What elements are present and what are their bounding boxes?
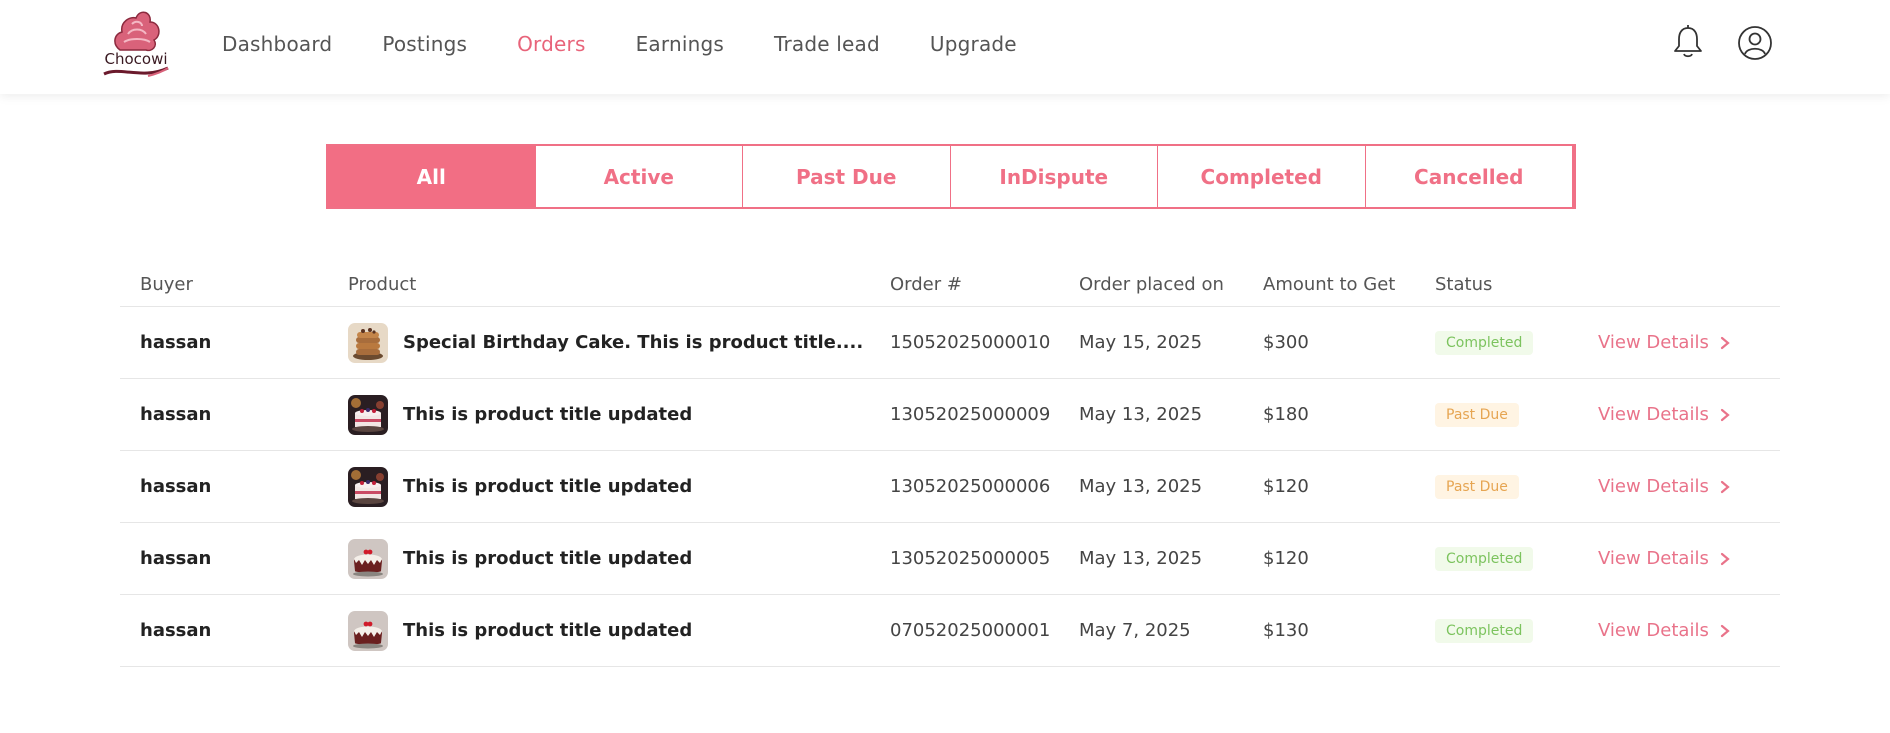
- main-nav: Dashboard Postings Orders Earnings Trade…: [222, 0, 1067, 88]
- order-status-tabs: All Active Past Due InDispute Completed …: [326, 144, 1576, 209]
- column-buyer: Buyer: [140, 273, 193, 295]
- pancake-stack-icon: [348, 322, 388, 363]
- order-amount: $130: [1263, 620, 1309, 641]
- bundt-cake-icon: [348, 538, 388, 579]
- order-number: 13052025000006: [890, 476, 1051, 497]
- chevron-right-icon: [1720, 336, 1730, 349]
- order-number: 15052025000010: [890, 332, 1051, 353]
- nav-earnings[interactable]: Earnings: [636, 32, 724, 56]
- nav-dashboard[interactable]: Dashboard: [222, 32, 332, 56]
- column-status: Status: [1435, 273, 1493, 295]
- berry-cake-icon: [348, 466, 388, 507]
- status-badge: Completed: [1435, 546, 1534, 571]
- view-details-link[interactable]: View Details: [1598, 548, 1731, 569]
- order-amount: $120: [1263, 548, 1309, 569]
- status-badge: Completed: [1435, 618, 1534, 643]
- column-product: Product: [348, 273, 417, 295]
- buyer-name: hassan: [140, 332, 212, 353]
- buyer-name: hassan: [140, 620, 212, 641]
- tab-indispute[interactable]: InDispute: [950, 146, 1158, 207]
- buyer-name: hassan: [140, 404, 212, 425]
- cupcake-logo-icon: Chocowi: [103, 11, 169, 77]
- chevron-right-icon: [1720, 408, 1730, 421]
- view-details-link[interactable]: View Details: [1598, 332, 1731, 353]
- chocowi-logo[interactable]: Chocowi: [98, 4, 174, 82]
- product-thumbnail: [348, 394, 388, 435]
- order-date: May 13, 2025: [1079, 404, 1203, 425]
- view-details-link[interactable]: View Details: [1598, 476, 1731, 497]
- bell-icon[interactable]: [1670, 24, 1706, 60]
- column-order-number: Order #: [890, 273, 962, 295]
- view-details-label: View Details: [1598, 476, 1709, 497]
- view-details-label: View Details: [1598, 548, 1709, 569]
- table-row: hassan This is product title updated 130…: [120, 379, 1780, 451]
- tab-past-due[interactable]: Past Due: [743, 146, 951, 207]
- column-amount: Amount to Get: [1263, 273, 1396, 295]
- product-thumbnail: [348, 322, 388, 363]
- nav-trade-lead[interactable]: Trade lead: [774, 32, 880, 56]
- status-badge: Past Due: [1435, 474, 1519, 499]
- order-number: 13052025000005: [890, 548, 1051, 569]
- nav-upgrade[interactable]: Upgrade: [930, 32, 1017, 56]
- table-row: hassan This is product title updated 130…: [120, 451, 1780, 523]
- orders-table: Buyer Product Order # Order placed on Am…: [120, 262, 1780, 667]
- status-badge: Past Due: [1435, 402, 1519, 427]
- top-header: Chocowi Dashboard Postings Orders Earnin…: [0, 0, 1890, 94]
- header-actions: [1670, 0, 1890, 88]
- chevron-right-icon: [1720, 624, 1730, 637]
- buyer-name: hassan: [140, 548, 212, 569]
- tab-cancelled[interactable]: Cancelled: [1365, 146, 1574, 207]
- tab-active[interactable]: Active: [535, 146, 743, 207]
- table-row: hassan Special Birthday Cake. This is pr…: [120, 307, 1780, 379]
- bundt-cake-icon: [348, 610, 388, 651]
- product-thumbnail: [348, 466, 388, 507]
- order-number: 13052025000009: [890, 404, 1051, 425]
- order-date: May 13, 2025: [1079, 476, 1203, 497]
- product-title: This is product title updated: [403, 548, 693, 569]
- view-details-label: View Details: [1598, 332, 1709, 353]
- table-header: Buyer Product Order # Order placed on Am…: [120, 262, 1780, 307]
- product-thumbnail: [348, 538, 388, 579]
- order-number: 07052025000001: [890, 620, 1051, 641]
- product-title: Special Birthday Cake. This is product t…: [403, 332, 864, 353]
- product-title: This is product title updated: [403, 476, 693, 497]
- view-details-link[interactable]: View Details: [1598, 620, 1731, 641]
- column-order-placed-on: Order placed on: [1079, 273, 1224, 295]
- berry-cake-icon: [348, 394, 388, 435]
- order-amount: $300: [1263, 332, 1309, 353]
- order-amount: $120: [1263, 476, 1309, 497]
- product-title: This is product title updated: [403, 620, 693, 641]
- product-title: This is product title updated: [403, 404, 693, 425]
- chevron-right-icon: [1720, 480, 1730, 493]
- tab-all[interactable]: All: [328, 146, 536, 207]
- logo-text: Chocowi: [104, 50, 167, 68]
- order-date: May 13, 2025: [1079, 548, 1203, 569]
- nav-orders[interactable]: Orders: [517, 32, 585, 56]
- status-badge: Completed: [1435, 330, 1534, 355]
- buyer-name: hassan: [140, 476, 212, 497]
- nav-postings[interactable]: Postings: [382, 32, 467, 56]
- order-date: May 7, 2025: [1079, 620, 1191, 641]
- view-details-link[interactable]: View Details: [1598, 404, 1731, 425]
- table-row: hassan This is product title updated 130…: [120, 523, 1780, 595]
- view-details-label: View Details: [1598, 620, 1709, 641]
- chevron-right-icon: [1720, 552, 1730, 565]
- order-date: May 15, 2025: [1079, 332, 1203, 353]
- view-details-label: View Details: [1598, 404, 1709, 425]
- product-thumbnail: [348, 610, 388, 651]
- tab-completed[interactable]: Completed: [1158, 146, 1366, 207]
- order-amount: $180: [1263, 404, 1309, 425]
- table-row: hassan This is product title updated 070…: [120, 595, 1780, 667]
- user-icon[interactable]: [1736, 24, 1774, 62]
